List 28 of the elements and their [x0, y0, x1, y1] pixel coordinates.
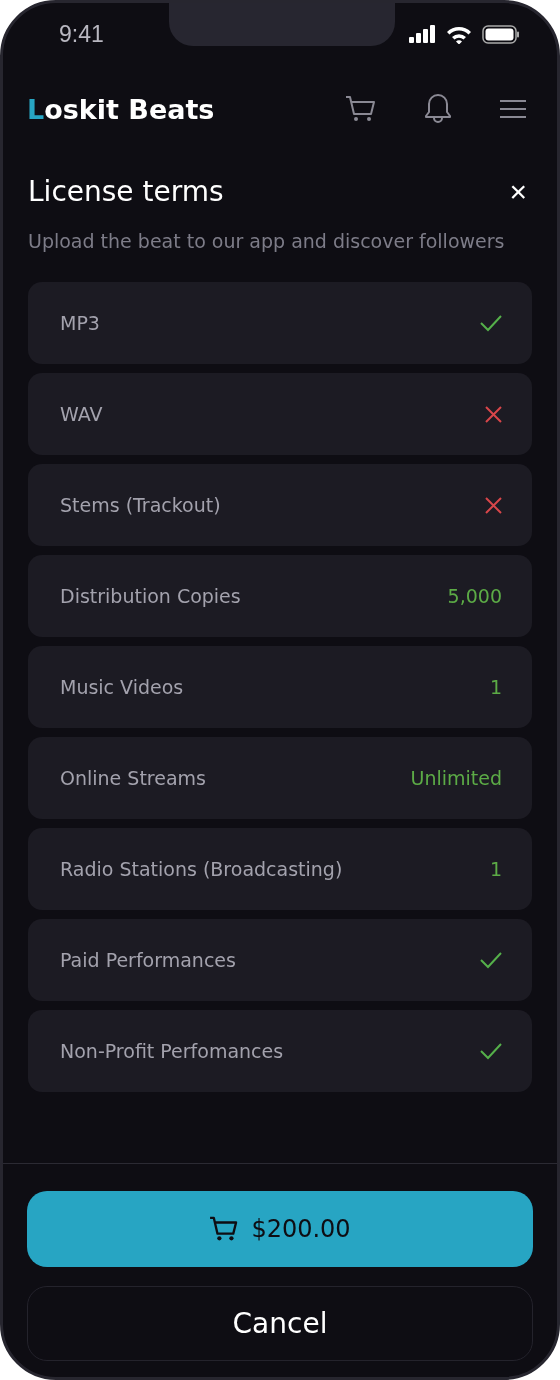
cart-icon: [209, 1216, 240, 1242]
term-label: Online Streams: [60, 767, 206, 789]
logo[interactable]: Loskit Beats: [27, 93, 215, 125]
term-value: 1: [489, 676, 502, 698]
term-label: Non-Profit Perfomances: [60, 1040, 284, 1062]
term-label: MP3: [60, 312, 100, 334]
cart-icon[interactable]: [345, 95, 377, 123]
menu-icon[interactable]: [499, 99, 527, 119]
sheet-subtitle: Upload the beat to our app and discover followers: [28, 230, 506, 252]
term-value: 1: [489, 858, 502, 880]
term-label: Paid Performances: [60, 949, 236, 971]
bell-icon[interactable]: [423, 93, 453, 125]
term-label: Stems (Trackout): [60, 494, 221, 516]
term-label: Radio Stations (Broadcasting): [60, 858, 343, 880]
cancel-button[interactable]: Cancel: [27, 1286, 533, 1361]
signal-icon: [409, 25, 436, 43]
price-label: $200.00: [251, 1215, 351, 1243]
term-label: Music Videos: [60, 676, 184, 698]
buy-button[interactable]: $200.00: [27, 1191, 533, 1267]
wifi-icon: [446, 24, 472, 44]
term-value: 5,000: [447, 585, 502, 607]
term-value: Unlimited: [410, 767, 502, 789]
battery-icon: [482, 24, 520, 44]
sheet-title: License terms: [28, 175, 224, 208]
term-label: Distribution Copies: [60, 585, 241, 607]
term-label: WAV: [60, 403, 103, 425]
close-button[interactable]: ×: [509, 176, 527, 207]
status-time: 9:41: [59, 20, 104, 48]
